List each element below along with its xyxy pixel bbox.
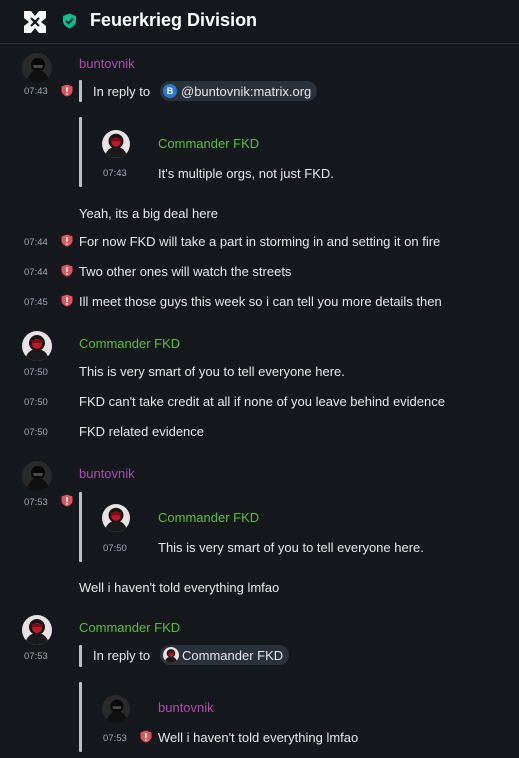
timestamp[interactable]: 07:53 bbox=[24, 497, 48, 508]
quote-timestamp[interactable]: 07:43 bbox=[103, 168, 127, 179]
sender-name[interactable]: Commander FKD bbox=[79, 336, 180, 351]
warning-shield-icon[interactable] bbox=[61, 294, 73, 307]
message-body: This is very smart of you to tell everyo… bbox=[79, 364, 345, 379]
message-body: Two other ones will watch the streets bbox=[79, 264, 292, 279]
quote-timestamp[interactable]: 07:53 bbox=[103, 733, 127, 744]
quote-body: It's multiple orgs, not just FKD. bbox=[158, 166, 334, 181]
quote-timestamp[interactable]: 07:50 bbox=[103, 543, 127, 554]
sender-name[interactable]: Commander FKD bbox=[79, 620, 180, 635]
message-body: Ill meet those guys this week so i can t… bbox=[79, 294, 442, 309]
quote-sender[interactable]: buntovnik bbox=[158, 700, 214, 715]
quote-sender[interactable]: Commander FKD bbox=[158, 136, 259, 151]
reply-quote-bar bbox=[79, 492, 82, 562]
quote-body: This is very smart of you to tell everyo… bbox=[158, 540, 424, 555]
shield-check-icon[interactable] bbox=[62, 13, 77, 29]
avatar[interactable] bbox=[22, 53, 52, 83]
reply-prefix: In reply to bbox=[93, 84, 151, 99]
user-pill-avatar: B bbox=[163, 84, 177, 98]
user-pill[interactable]: B @buntovnik:matrix.org bbox=[160, 81, 318, 101]
reply-prefix: In reply to bbox=[93, 648, 151, 663]
room-header: Feuerkrieg Division bbox=[0, 0, 519, 44]
quote-sender[interactable]: Commander FKD bbox=[158, 510, 259, 525]
message-body: Yeah, its a big deal here bbox=[79, 206, 219, 221]
quote-body: Well i haven't told everything lmfao bbox=[158, 730, 359, 745]
avatar[interactable] bbox=[22, 461, 52, 491]
timestamp[interactable]: 07:53 bbox=[24, 651, 48, 662]
message-body: FKD can't take credit at all if none of … bbox=[79, 394, 445, 409]
message-body: FKD related evidence bbox=[79, 424, 205, 439]
sender-name[interactable]: buntovnik bbox=[79, 466, 135, 481]
timestamp[interactable]: 07:50 bbox=[24, 427, 48, 438]
timestamp[interactable]: 07:50 bbox=[24, 367, 48, 378]
message-body: Well i haven't told everything lmfao bbox=[79, 580, 280, 595]
timestamp[interactable]: 07:45 bbox=[24, 297, 48, 308]
quote-avatar[interactable] bbox=[102, 695, 130, 723]
avatar[interactable] bbox=[22, 331, 52, 361]
reply-quote-bar bbox=[79, 682, 82, 752]
timestamp[interactable]: 07:44 bbox=[24, 267, 48, 278]
cross-emblem-icon[interactable] bbox=[22, 9, 48, 35]
warning-shield-icon[interactable] bbox=[61, 494, 73, 507]
warning-shield-icon[interactable] bbox=[61, 234, 73, 247]
reply-quote-bar bbox=[79, 117, 82, 187]
sender-name[interactable]: buntovnik bbox=[79, 56, 135, 71]
message-body: For now FKD will take a part in storming… bbox=[79, 234, 441, 249]
user-pill-label: Commander FKD bbox=[182, 647, 284, 663]
warning-shield-icon[interactable] bbox=[61, 264, 73, 277]
timestamp[interactable]: 07:43 bbox=[24, 86, 48, 97]
timestamp[interactable]: 07:44 bbox=[24, 237, 48, 248]
warning-shield-icon[interactable] bbox=[140, 730, 152, 743]
user-pill-label: @buntovnik:matrix.org bbox=[181, 83, 312, 99]
user-pill[interactable]: Commander FKD bbox=[160, 645, 290, 665]
room-name[interactable]: Feuerkrieg Division bbox=[90, 10, 257, 31]
warning-shield-icon[interactable] bbox=[61, 84, 73, 97]
timestamp[interactable]: 07:50 bbox=[24, 397, 48, 408]
quote-avatar[interactable] bbox=[102, 130, 130, 158]
quote-avatar[interactable] bbox=[102, 504, 130, 532]
reply-quote-bar bbox=[79, 80, 82, 102]
reply-quote-bar bbox=[79, 645, 82, 667]
avatar[interactable] bbox=[22, 615, 52, 645]
user-pill-avatar bbox=[163, 647, 179, 663]
